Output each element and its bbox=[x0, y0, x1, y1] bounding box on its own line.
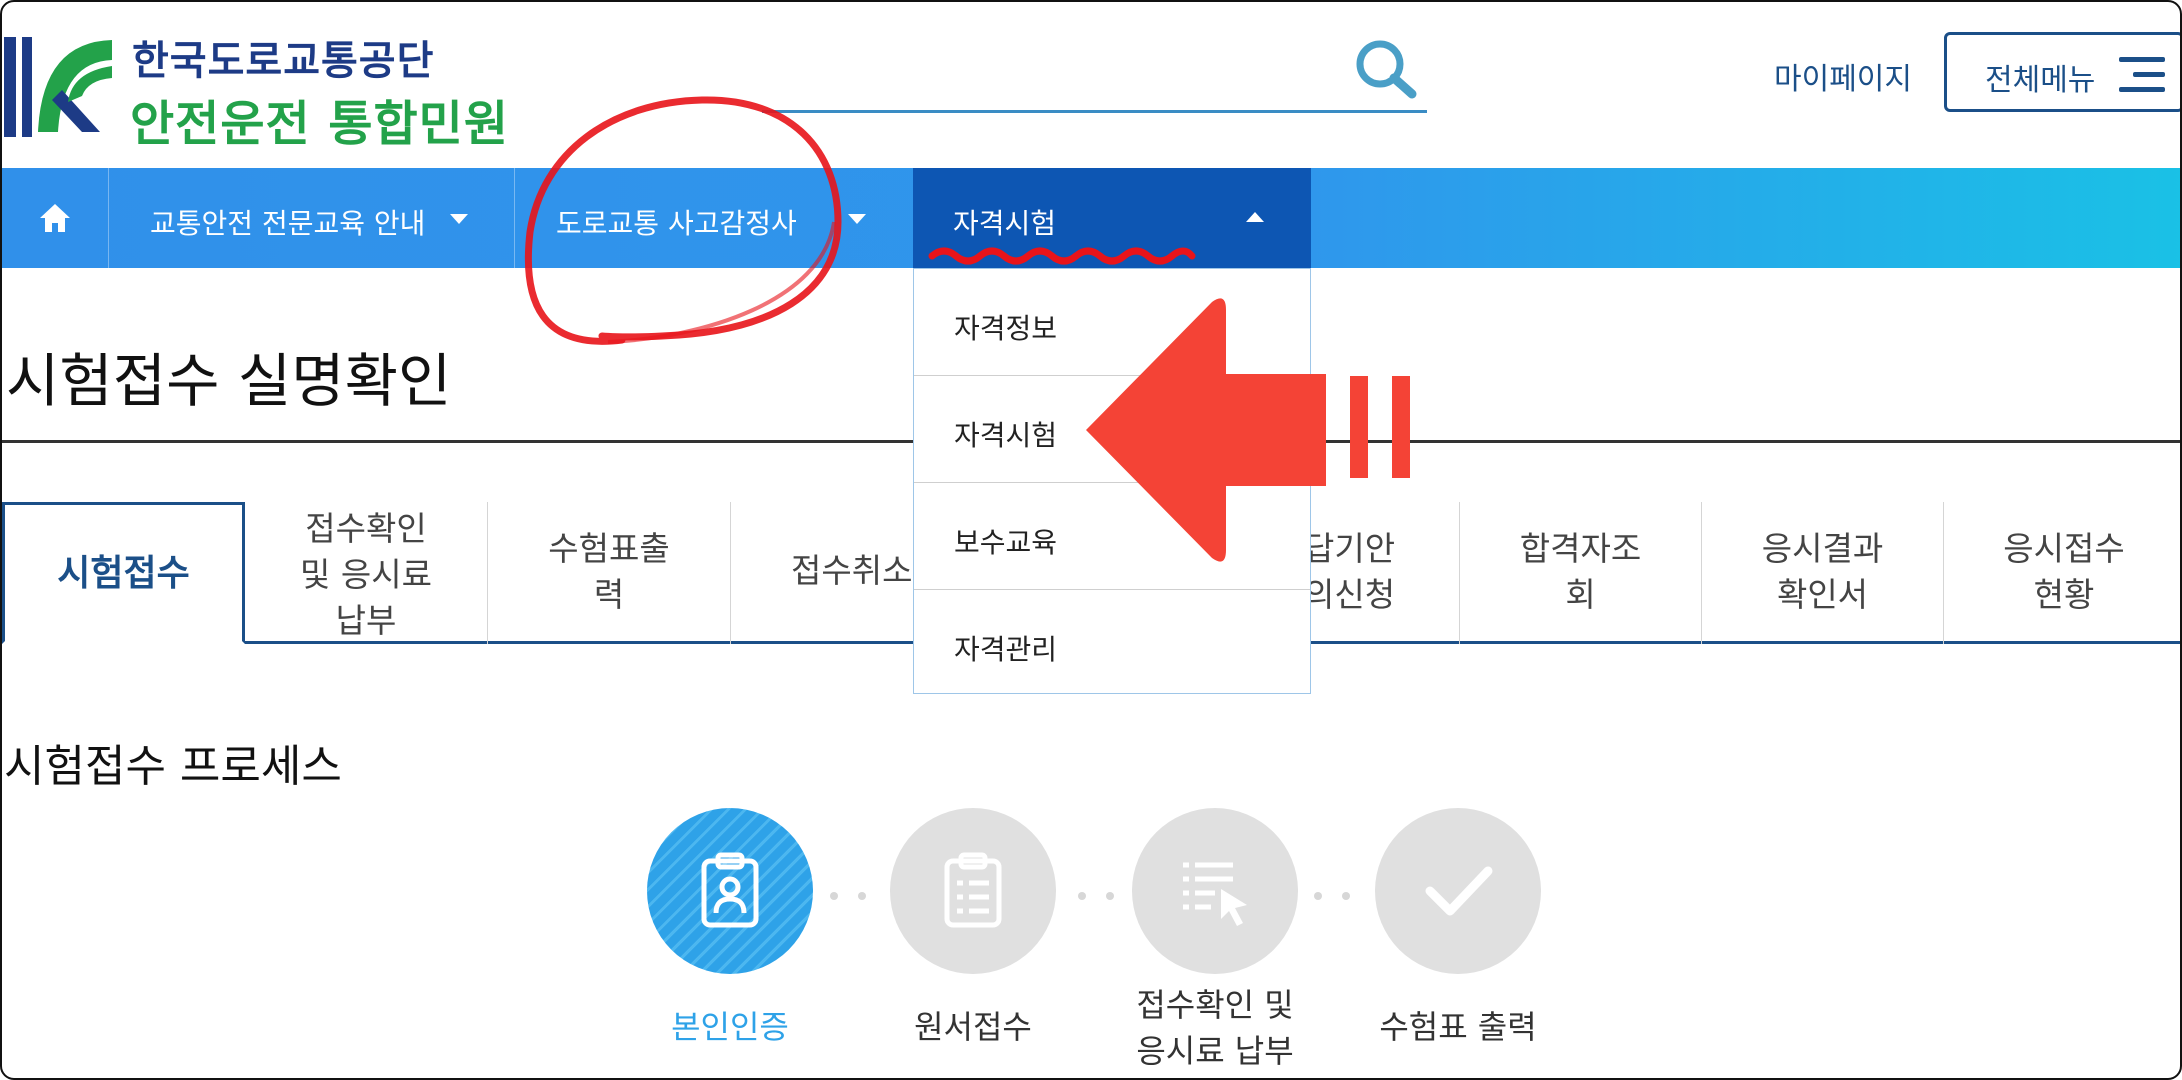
tab-label: 접수확인 bbox=[305, 509, 427, 548]
step-label: 본인인증 bbox=[671, 1008, 789, 1046]
step-label: 응시료 납부 bbox=[1136, 1032, 1294, 1070]
tab-application-check-fee[interactable]: 접수확인 및 응시료 납부 bbox=[245, 502, 488, 644]
dropdown-item-label: 자격정보 bbox=[954, 312, 1058, 345]
dropdown-item-refresher-education[interactable]: 보수교육 bbox=[914, 483, 1310, 590]
tab-label: 응시접수 bbox=[2003, 529, 2125, 568]
step-application-form bbox=[890, 808, 1056, 974]
dropdown-item-qualification-management[interactable]: 자격관리 bbox=[914, 590, 1310, 696]
tab-pass-lookup[interactable]: 합격자조 회 bbox=[1460, 502, 1702, 644]
tab-label: 력 bbox=[593, 575, 625, 614]
chevron-up-icon bbox=[1246, 212, 1264, 222]
step-label: 원서접수 bbox=[914, 1008, 1032, 1046]
tab-label: 납부 bbox=[335, 601, 397, 640]
step-check-and-payment bbox=[1132, 808, 1298, 974]
dropdown-item-label: 자격관리 bbox=[954, 633, 1058, 666]
service-name[interactable]: 안전운전 통합민원 bbox=[130, 84, 509, 154]
nav-item-label: 교통안전 전문교육 안내 bbox=[150, 207, 426, 240]
hamburger-icon bbox=[2119, 57, 2165, 93]
tab-label: 현황 bbox=[2033, 575, 2095, 614]
process-title: 시험접수 프로세스 bbox=[4, 741, 342, 792]
home-icon bbox=[40, 204, 70, 232]
step-connector bbox=[1312, 892, 1352, 900]
korea-road-traffic-authority-logo-icon[interactable] bbox=[2, 32, 117, 142]
clipboard-person-icon bbox=[701, 852, 759, 928]
search-input[interactable] bbox=[762, 110, 1427, 113]
step-ticket-print bbox=[1375, 808, 1541, 974]
step-connector bbox=[828, 892, 868, 900]
list-cursor-icon bbox=[1183, 862, 1247, 926]
qualification-exam-dropdown: 자격정보 자격시험 보수교육 자격관리 bbox=[913, 268, 1311, 694]
step-connector bbox=[1076, 892, 1116, 900]
all-menu-label: 전체메뉴 bbox=[1985, 63, 2096, 98]
main-nav: 교통안전 전문교육 안내 도로교통 사고감정사 자격시험 bbox=[2, 168, 2180, 268]
tab-label: 접수취소 bbox=[791, 551, 913, 590]
dropdown-item-label: 자격시험 bbox=[954, 419, 1058, 452]
chevron-down-icon bbox=[848, 214, 866, 224]
tab-label: 수험표출 bbox=[548, 529, 670, 568]
tab-exam-application[interactable]: 시험접수 bbox=[2, 502, 245, 644]
home-button[interactable] bbox=[2, 168, 109, 268]
tab-label: 회 bbox=[1565, 575, 1596, 614]
step-label: 수험표 출력 bbox=[1379, 1008, 1537, 1046]
all-menu-button[interactable]: 전체메뉴 bbox=[1944, 32, 2180, 112]
tab-label: 응시결과 bbox=[1761, 529, 1884, 568]
tab-label: 답기안 bbox=[1304, 529, 1396, 568]
dropdown-item-qualification-exam[interactable]: 자격시험 bbox=[914, 376, 1310, 483]
nav-item-qualification-exam[interactable]: 자격시험 bbox=[913, 168, 1311, 268]
nav-item-traffic-safety-education[interactable]: 교통안전 전문교육 안내 bbox=[108, 168, 515, 268]
step-label: 접수확인 및 bbox=[1136, 986, 1294, 1024]
nav-item-label: 자격시험 bbox=[953, 207, 1057, 240]
check-icon bbox=[1425, 866, 1493, 916]
nav-item-label: 도로교통 사고감정사 bbox=[556, 207, 797, 240]
nav-item-accident-appraiser[interactable]: 도로교통 사고감정사 bbox=[514, 168, 914, 268]
dropdown-item-qualification-info[interactable]: 자격정보 bbox=[914, 269, 1310, 376]
tab-label: 확인서 bbox=[1776, 575, 1869, 614]
tab-label: 합격자조 bbox=[1519, 529, 1642, 568]
tab-exam-result-certificate[interactable]: 응시결과 확인서 bbox=[1702, 502, 1944, 644]
step-identity-verification bbox=[647, 808, 813, 974]
tab-label: 의신청 bbox=[1304, 575, 1396, 614]
app-frame: 한국도로교통공단 안전운전 통합민원 마이페이지 전체메뉴 교통안전 전문교육 … bbox=[0, 0, 2182, 1080]
search-icon[interactable] bbox=[1350, 36, 1420, 106]
org-name[interactable]: 한국도로교통공단 bbox=[132, 28, 434, 86]
page-title: 시험접수 실명확인 bbox=[6, 347, 452, 415]
chevron-down-icon bbox=[450, 214, 468, 224]
tab-label: 및 응시료 bbox=[300, 555, 432, 594]
tab-application-status[interactable]: 응시접수 현황 bbox=[1944, 502, 2180, 644]
tab-admission-ticket-print[interactable]: 수험표출 력 bbox=[488, 502, 731, 644]
tab-label: 시험접수 bbox=[57, 553, 190, 594]
mypage-link[interactable]: 마이페이지 bbox=[1774, 54, 1912, 98]
dropdown-item-label: 보수교육 bbox=[954, 526, 1058, 559]
clipboard-list-icon bbox=[944, 852, 1002, 928]
